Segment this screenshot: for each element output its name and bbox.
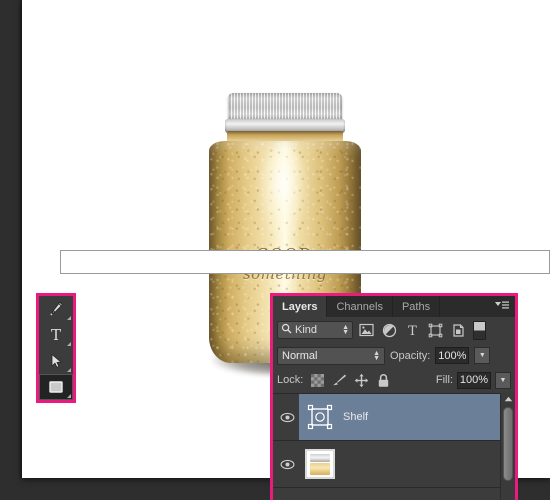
layer-list[interactable]: Shelf bbox=[273, 393, 515, 500]
opacity-dropdown-arrow[interactable]: ▼ bbox=[474, 347, 491, 364]
filter-kind-select[interactable]: Kind ▲ ▼ bbox=[277, 321, 353, 339]
tab-channels[interactable]: Channels bbox=[327, 296, 393, 317]
fill-label: Fill: bbox=[435, 374, 453, 386]
opacity-value[interactable]: 100% bbox=[435, 347, 470, 364]
fill-value[interactable]: 100% bbox=[457, 371, 491, 389]
thumbnail-jar-lid bbox=[310, 454, 330, 462]
layer-row-body[interactable]: Shelf bbox=[299, 394, 515, 440]
svg-text:T: T bbox=[408, 324, 417, 338]
lock-label: Lock: bbox=[277, 374, 304, 386]
eye-icon bbox=[280, 459, 294, 469]
layers-panel[interactable]: Layers Channels Paths Kind ▲ ▼ T Normal … bbox=[270, 293, 518, 500]
filter-shape-icon[interactable] bbox=[425, 320, 445, 340]
search-icon bbox=[281, 323, 292, 337]
stepper-down-arrow: ▼ bbox=[342, 329, 349, 336]
tools-panel[interactable]: T bbox=[36, 293, 76, 403]
fill-dropdown-arrow[interactable]: ▼ bbox=[495, 371, 511, 389]
tab-paths-label: Paths bbox=[401, 300, 431, 313]
lock-all-icon[interactable] bbox=[375, 372, 391, 388]
jar-highlight bbox=[257, 145, 309, 241]
layer-filter-row[interactable]: Kind ▲ ▼ T bbox=[273, 317, 515, 343]
text-input-bar[interactable] bbox=[60, 250, 550, 274]
blend-mode-stepper[interactable]: ▲ ▼ bbox=[373, 350, 380, 362]
lock-pixels-icon[interactable] bbox=[331, 372, 347, 388]
layer-list-scrollbar[interactable] bbox=[500, 393, 515, 500]
blend-mode-row[interactable]: Normal ▲ ▼ Opacity: 100% ▼ bbox=[273, 343, 515, 368]
table-row[interactable] bbox=[273, 441, 515, 488]
opacity-label: Opacity: bbox=[390, 349, 431, 362]
path-selection-tool-flyout-indicator[interactable] bbox=[67, 368, 71, 372]
pen-tool-flyout-indicator[interactable] bbox=[67, 316, 71, 320]
type-tool-flyout-indicator[interactable] bbox=[67, 342, 71, 346]
svg-text:T: T bbox=[51, 326, 61, 344]
rectangle-tool-flyout-indicator[interactable] bbox=[67, 394, 71, 398]
lock-row[interactable]: Lock: Fill: 100% ▼ bbox=[273, 368, 515, 392]
layer-visibility-toggle[interactable] bbox=[275, 441, 299, 487]
tab-layers-label: Layers bbox=[282, 300, 318, 313]
layer-visibility-toggle[interactable] bbox=[275, 394, 299, 440]
scroll-up-arrow[interactable] bbox=[501, 393, 515, 405]
layer-thumbnail-image[interactable] bbox=[305, 449, 335, 479]
layer-name[interactable]: Shelf bbox=[343, 411, 368, 423]
lock-transparency-icon[interactable] bbox=[309, 372, 325, 388]
tab-layers[interactable]: Layers bbox=[273, 296, 328, 317]
type-tool[interactable]: T bbox=[39, 322, 73, 348]
filter-smart-object-icon[interactable] bbox=[448, 320, 468, 340]
path-selection-tool[interactable] bbox=[39, 348, 73, 374]
eye-icon bbox=[280, 412, 294, 422]
fill-group[interactable]: Fill: 100% ▼ bbox=[435, 371, 511, 389]
rectangle-tool[interactable] bbox=[39, 374, 73, 400]
tab-paths[interactable]: Paths bbox=[393, 296, 441, 317]
scrollbar-thumb[interactable] bbox=[503, 407, 513, 481]
filter-adjustment-icon[interactable] bbox=[379, 320, 399, 340]
blend-mode-select[interactable]: Normal ▲ ▼ bbox=[277, 346, 385, 365]
text-input-field[interactable] bbox=[61, 251, 549, 273]
filter-enable-toggle[interactable] bbox=[473, 320, 486, 340]
filter-type-icon[interactable]: T bbox=[402, 320, 422, 340]
lock-position-icon[interactable] bbox=[353, 372, 369, 388]
layer-row-body[interactable] bbox=[299, 441, 515, 487]
layer-thumbnail-shape[interactable] bbox=[305, 402, 335, 432]
blend-stepper-down-arrow: ▼ bbox=[373, 354, 380, 362]
filter-kind-label: Kind bbox=[295, 324, 318, 336]
panel-menu-icon[interactable] bbox=[494, 300, 510, 313]
blend-mode-value: Normal bbox=[282, 349, 318, 362]
panel-tab-bar[interactable]: Layers Channels Paths bbox=[273, 296, 515, 317]
app-root: GOOD something T bbox=[0, 0, 550, 500]
pen-tool[interactable] bbox=[39, 296, 73, 322]
filter-pixel-icon[interactable] bbox=[356, 320, 376, 340]
table-row[interactable]: Shelf bbox=[273, 394, 515, 441]
tab-channels-label: Channels bbox=[336, 300, 383, 313]
thumbnail-jar-body bbox=[310, 463, 330, 475]
filter-kind-stepper[interactable]: ▲ ▼ bbox=[342, 324, 349, 336]
